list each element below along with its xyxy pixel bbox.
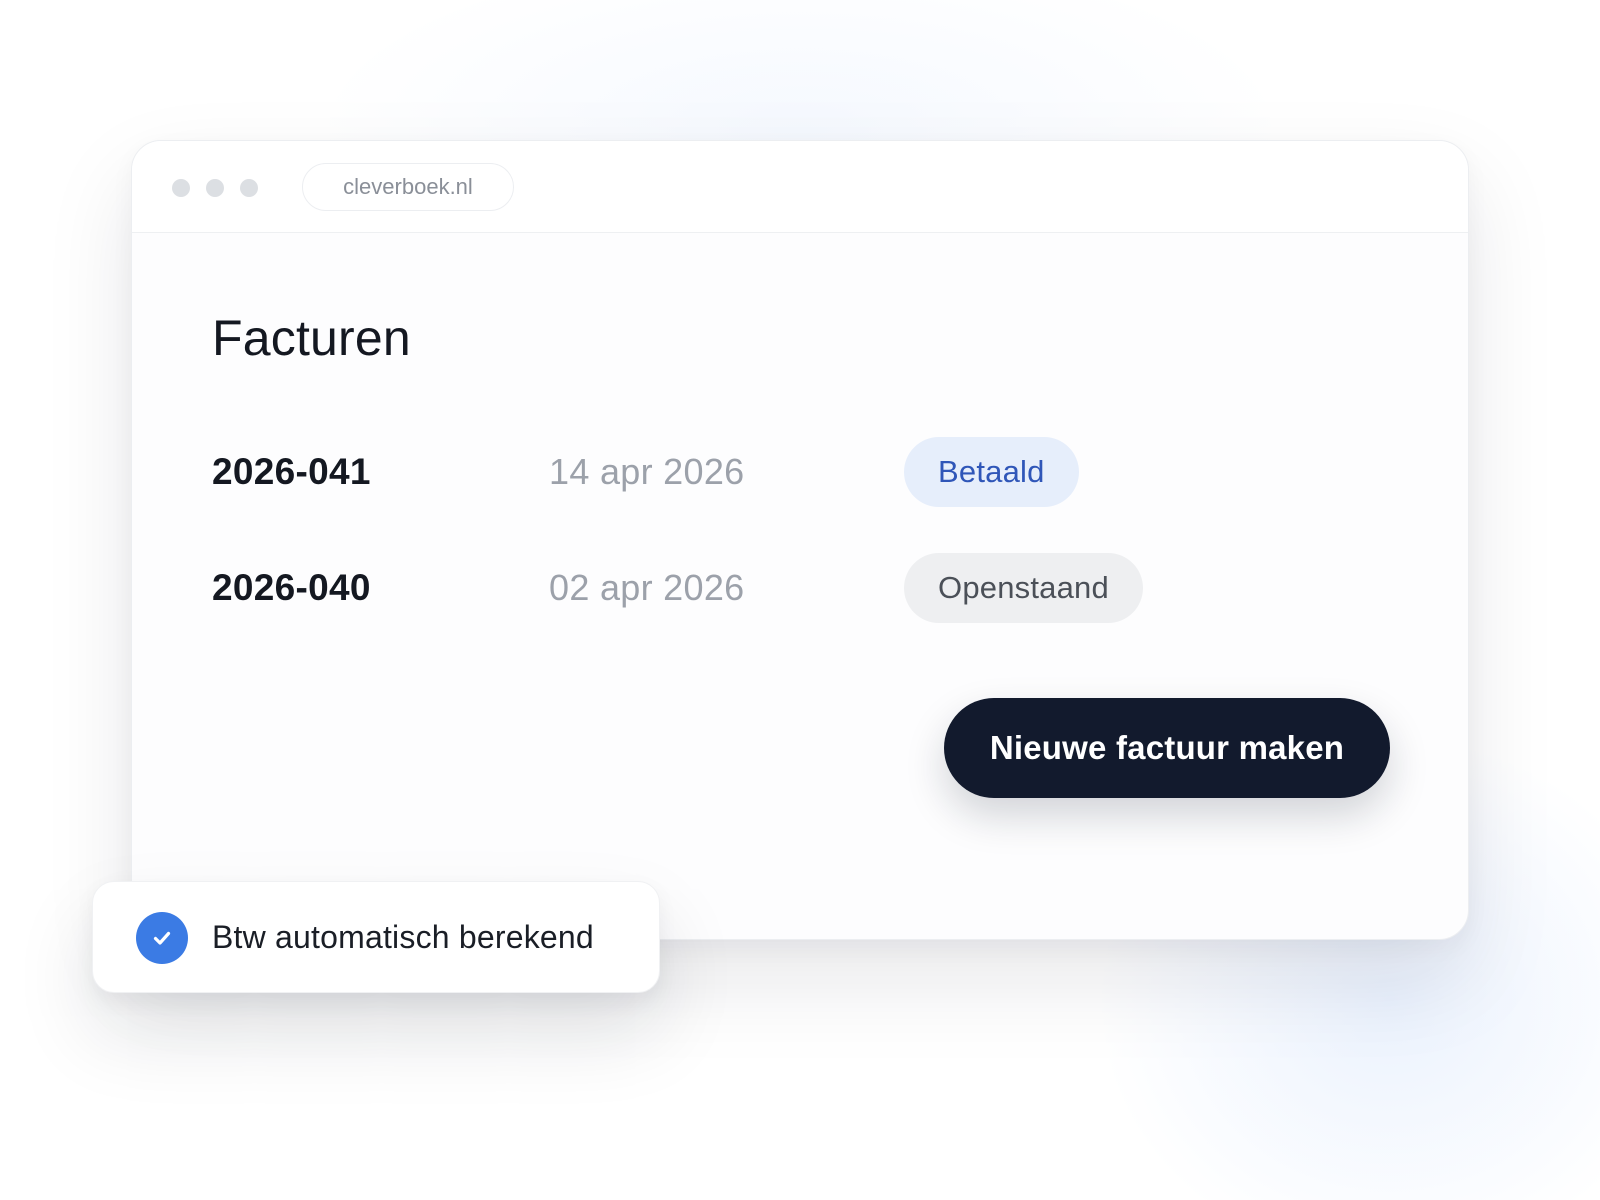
checkmark-icon <box>153 931 171 945</box>
window-maximize-dot[interactable] <box>240 179 258 197</box>
notification-text: Btw automatisch berekend <box>212 919 594 955</box>
browser-toolbar: cleverboek.nl <box>132 141 1468 233</box>
page-title: Facturen <box>212 310 411 366</box>
address-bar-url: cleverboek.nl <box>343 174 473 199</box>
invoice-number: 2026-041 <box>212 451 371 492</box>
new-invoice-button[interactable]: Nieuwe factuur maken <box>944 698 1390 798</box>
window-minimize-dot[interactable] <box>206 179 224 197</box>
invoice-number: 2026-040 <box>212 567 371 608</box>
invoice-row[interactable]: 2026-040 02 apr 2026 Openstaand <box>132 553 1468 623</box>
invoice-row[interactable]: 2026-041 14 apr 2026 Betaald <box>132 437 1468 507</box>
status-badge-open: Openstaand <box>904 553 1143 623</box>
status-badge-paid: Betaald <box>904 437 1079 507</box>
browser-window: cleverboek.nl Facturen 2026-041 14 apr 2… <box>131 140 1469 940</box>
address-bar[interactable]: cleverboek.nl <box>302 163 514 211</box>
window-close-dot[interactable] <box>172 179 190 197</box>
stage: cleverboek.nl Facturen 2026-041 14 apr 2… <box>0 0 1600 1200</box>
vat-notification-card: Btw automatisch berekend <box>92 881 660 993</box>
invoice-date: 02 apr 2026 <box>549 567 745 608</box>
check-icon <box>136 912 188 964</box>
invoice-date: 14 apr 2026 <box>549 451 745 492</box>
